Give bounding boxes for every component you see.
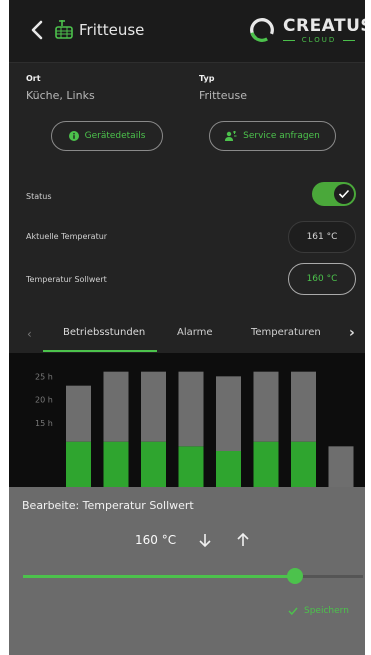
y-tick-label: 15 h — [35, 419, 53, 428]
app-header: Fritteuse CREATUS CLOUD — [9, 0, 365, 63]
ort-label: Ort — [26, 74, 41, 83]
info-icon — [68, 131, 79, 141]
tab-alarme[interactable]: Alarme — [177, 327, 213, 338]
page-title: Fritteuse — [79, 21, 145, 39]
chart-bar — [328, 446, 354, 493]
creatus-logo: CREATUS CLOUD — [245, 14, 365, 46]
device-details-label: Gerätedetails — [84, 131, 146, 141]
current-temperature-value: 161 °C — [288, 221, 356, 253]
chart-bar — [103, 441, 129, 493]
typ-label: Typ — [199, 74, 215, 83]
chart-bar — [253, 371, 279, 442]
back-icon[interactable] — [27, 17, 49, 43]
y-tick-label: 25 h — [35, 372, 53, 381]
tab-bar: ‹ Betriebsstunden Alarme Temperaturen › — [9, 315, 365, 354]
temperature-slider-fill — [23, 575, 295, 578]
sheet-title: Bearbeite: Temperatur Sollwert — [22, 499, 194, 512]
status-label: Status — [26, 192, 52, 201]
chart-bar — [216, 376, 241, 451]
tab-temperaturen[interactable]: Temperaturen — [251, 327, 321, 338]
decrease-arrow-icon[interactable] — [197, 532, 213, 548]
setpoint-temperature-field[interactable]: 160 °C — [288, 263, 356, 295]
chart-bar — [66, 385, 91, 442]
check-icon — [338, 189, 350, 199]
operating-hours-chart: 25 h 20 h 15 h — [9, 353, 365, 493]
edit-bottom-sheet: Bearbeite: Temperatur Sollwert 160 °C Sp… — [9, 487, 365, 655]
chart-bar — [253, 441, 279, 493]
save-check-icon — [288, 607, 298, 615]
service-request-button[interactable]: Service anfragen — [209, 121, 336, 151]
tab-betriebsstunden[interactable]: Betriebsstunden — [63, 327, 145, 338]
logo-text: CREATUS — [283, 16, 365, 36]
chart-bar — [66, 441, 91, 493]
app-screen: Fritteuse CREATUS CLOUD Ort Küche, Links… — [9, 0, 365, 655]
sheet-temperature-value: 160 °C — [135, 533, 177, 547]
device-details-button[interactable]: Gerätedetails — [51, 121, 163, 151]
chart-bar — [291, 371, 316, 442]
chart-bar — [141, 371, 166, 442]
chart-bar — [178, 371, 204, 447]
temperature-slider-knob[interactable] — [287, 568, 303, 584]
chart-bar — [141, 441, 166, 493]
chart-bar — [178, 446, 204, 493]
service-icon — [225, 131, 237, 141]
fryer-icon — [55, 20, 73, 39]
save-button[interactable]: Speichern — [288, 606, 349, 616]
ort-value: Küche, Links — [26, 89, 95, 102]
service-request-label: Service anfragen — [243, 131, 320, 141]
chart-bar — [291, 441, 316, 493]
y-tick-label: 20 h — [35, 396, 53, 405]
temperature-slider-track[interactable] — [23, 575, 363, 578]
logo-ring-icon — [250, 18, 274, 42]
chart-bar — [103, 371, 129, 442]
current-temperature-label: Aktuelle Temperatur — [26, 232, 108, 241]
typ-value: Fritteuse — [199, 89, 247, 102]
toggle-knob — [334, 184, 354, 204]
tab-scroll-left-icon[interactable]: ‹ — [27, 327, 32, 341]
chart-svg: 25 h 20 h 15 h — [35, 371, 354, 493]
tab-scroll-right-icon[interactable]: › — [349, 325, 355, 341]
setpoint-temperature-label: Temperatur Sollwert — [26, 275, 107, 284]
increase-arrow-icon[interactable] — [235, 532, 251, 548]
save-label: Speichern — [304, 606, 349, 616]
active-tab-indicator — [43, 350, 157, 352]
logo-subtext: CLOUD — [283, 36, 355, 44]
status-toggle[interactable] — [312, 182, 356, 206]
